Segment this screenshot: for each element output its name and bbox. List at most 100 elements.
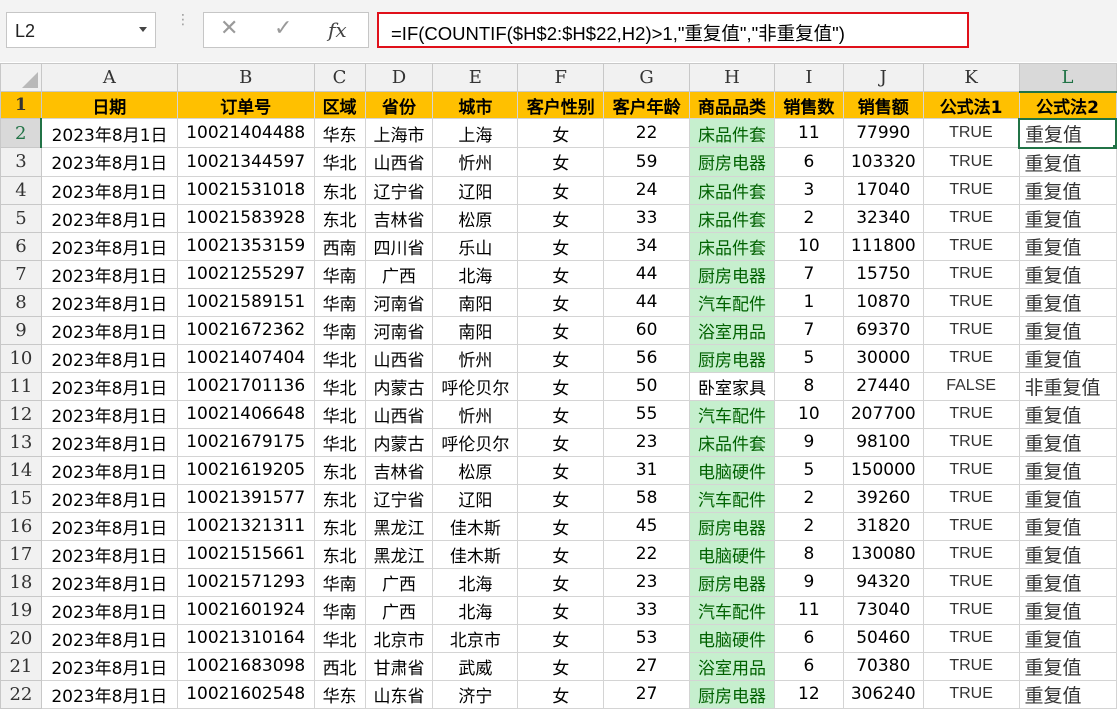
row-header-9[interactable]: 9 [0,315,42,345]
cell-e12[interactable]: 忻州 [432,399,519,429]
cell-a19[interactable]: 2023年8月1日 [40,595,178,625]
cell-e4[interactable]: 辽阳 [432,175,519,205]
cell-a16[interactable]: 2023年8月1日 [40,511,178,541]
cell-k17[interactable]: TRUE [922,539,1020,569]
cell-i5[interactable]: 2 [773,203,844,233]
cell-i22[interactable]: 12 [773,679,844,709]
cell-a18[interactable]: 2023年8月1日 [40,567,178,597]
cell-f12[interactable]: 女 [517,399,605,429]
cell-i7[interactable]: 7 [773,259,844,289]
cell-d14[interactable]: 吉林省 [364,455,434,485]
cell-g16[interactable]: 45 [603,511,691,541]
cell-a17[interactable]: 2023年8月1日 [40,539,178,569]
cell-j8[interactable]: 10870 [842,287,924,317]
cell-h13[interactable]: 床品件套 [689,427,775,457]
cell-h8[interactable]: 汽车配件 [689,287,775,317]
cell-j16[interactable]: 31820 [842,511,924,541]
cell-k21[interactable]: TRUE [922,651,1020,681]
cell-a22[interactable]: 2023年8月1日 [40,679,178,709]
cell-l15[interactable]: 重复值 [1018,483,1117,513]
cell-c7[interactable]: 华南 [313,259,366,289]
row-header-21[interactable]: 21 [0,651,42,681]
cell-g3[interactable]: 59 [603,147,691,177]
cell-e8[interactable]: 南阳 [432,287,519,317]
cell-b20[interactable]: 10021310164 [176,623,315,653]
cell-j13[interactable]: 98100 [842,427,924,457]
cell-l11[interactable]: 非重复值 [1018,371,1117,401]
cell-a9[interactable]: 2023年8月1日 [40,315,178,345]
cell-h16[interactable]: 厨房电器 [689,511,775,541]
cell-k3[interactable]: TRUE [922,147,1020,177]
cell-b12[interactable]: 10021406648 [176,399,315,429]
cell-h9[interactable]: 浴室用品 [689,315,775,345]
row-header-5[interactable]: 5 [0,203,42,233]
cell-d3[interactable]: 山西省 [364,147,434,177]
cell-l8[interactable]: 重复值 [1018,287,1117,317]
cell-j3[interactable]: 103320 [842,147,924,177]
cell-i6[interactable]: 10 [773,231,844,261]
cell-c3[interactable]: 华北 [313,147,366,177]
cell-g19[interactable]: 33 [603,595,691,625]
cell-b16[interactable]: 10021321311 [176,511,315,541]
cell-b19[interactable]: 10021601924 [176,595,315,625]
cell-d18[interactable]: 广西 [364,567,434,597]
cell-g21[interactable]: 27 [603,651,691,681]
cell-b21[interactable]: 10021683098 [176,651,315,681]
header-cell[interactable]: 订单号 [176,91,315,119]
cell-h10[interactable]: 厨房电器 [689,343,775,373]
cell-i10[interactable]: 5 [773,343,844,373]
row-header-19[interactable]: 19 [0,595,42,625]
cell-e20[interactable]: 北京市 [432,623,519,653]
cell-h21[interactable]: 浴室用品 [689,651,775,681]
column-header-b[interactable]: B [176,63,315,92]
cell-e5[interactable]: 松原 [432,203,519,233]
row-header-20[interactable]: 20 [0,623,42,653]
cell-h5[interactable]: 床品件套 [689,203,775,233]
cell-l14[interactable]: 重复值 [1018,455,1117,485]
cell-k12[interactable]: TRUE [922,399,1020,429]
cell-f15[interactable]: 女 [517,483,605,513]
cell-g5[interactable]: 33 [603,203,691,233]
header-cell[interactable]: 销售额 [842,91,924,119]
row-header-13[interactable]: 13 [0,427,42,457]
cell-j12[interactable]: 207700 [842,399,924,429]
cell-f2[interactable]: 女 [517,118,605,148]
cell-g8[interactable]: 44 [603,287,691,317]
header-cell[interactable]: 销售数 [773,91,844,119]
cell-f5[interactable]: 女 [517,203,605,233]
cell-d9[interactable]: 河南省 [364,315,434,345]
cell-j9[interactable]: 69370 [842,315,924,345]
cell-e9[interactable]: 南阳 [432,315,519,345]
cell-b9[interactable]: 10021672362 [176,315,315,345]
cell-g6[interactable]: 34 [603,231,691,261]
cell-b7[interactable]: 10021255297 [176,259,315,289]
column-header-j[interactable]: J [842,63,924,92]
cell-g4[interactable]: 24 [603,175,691,205]
cell-c14[interactable]: 东北 [313,455,366,485]
cell-c9[interactable]: 华南 [313,315,366,345]
cell-a4[interactable]: 2023年8月1日 [40,175,178,205]
cell-l4[interactable]: 重复值 [1018,175,1117,205]
column-header-l[interactable]: L [1018,63,1117,93]
column-header-i[interactable]: I [773,63,844,92]
cell-c6[interactable]: 西南 [313,231,366,261]
cell-e10[interactable]: 忻州 [432,343,519,373]
cell-e13[interactable]: 呼伦贝尔 [432,427,519,457]
cell-b17[interactable]: 10021515661 [176,539,315,569]
cell-d4[interactable]: 辽宁省 [364,175,434,205]
confirm-icon[interactable]: ✓ [274,16,292,41]
cell-l19[interactable]: 重复值 [1018,595,1117,625]
row-header-10[interactable]: 10 [0,343,42,373]
drag-handle-icon[interactable]: ⋮ [176,13,190,27]
row-header-8[interactable]: 8 [0,287,42,317]
cell-j4[interactable]: 17040 [842,175,924,205]
cell-d17[interactable]: 黑龙江 [364,539,434,569]
cell-l2[interactable]: 重复值 [1018,117,1117,149]
name-box[interactable]: L2 [6,12,156,48]
cell-f6[interactable]: 女 [517,231,605,261]
cell-d16[interactable]: 黑龙江 [364,511,434,541]
cell-c15[interactable]: 东北 [313,483,366,513]
cell-d6[interactable]: 四川省 [364,231,434,261]
cell-g15[interactable]: 58 [603,483,691,513]
cell-h7[interactable]: 厨房电器 [689,259,775,289]
